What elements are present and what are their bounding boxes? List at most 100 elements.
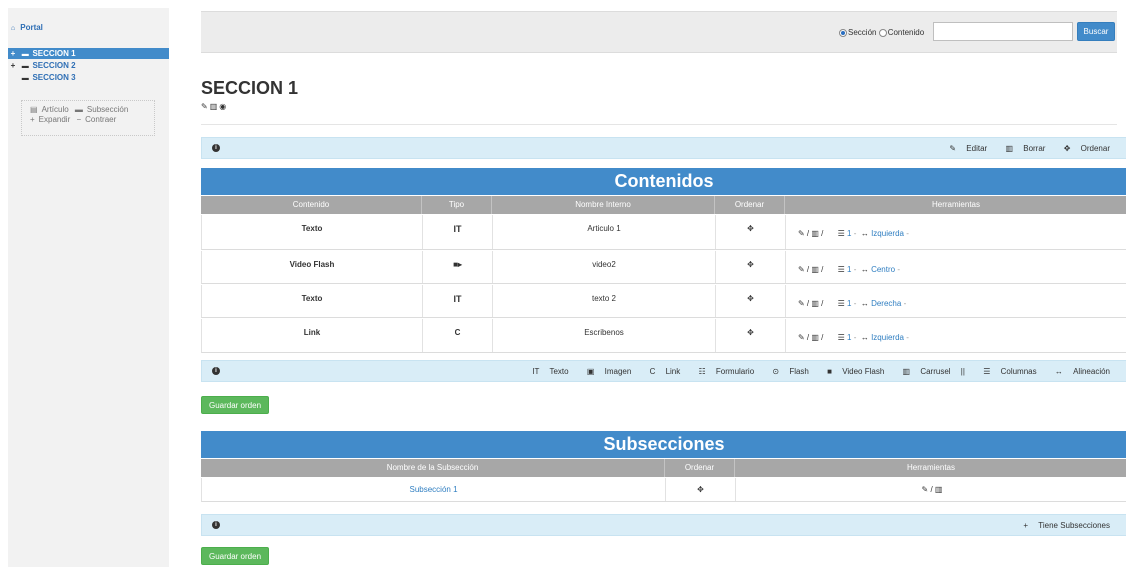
tree-item-seccion-3[interactable]: ▬ SECCION 3 <box>8 72 169 83</box>
home-icon: ⌂ <box>10 25 16 32</box>
delete-label: Borrar <box>1023 144 1046 153</box>
pencil-icon[interactable]: ✎ <box>201 102 210 111</box>
info-icon[interactable]: i <box>212 521 220 529</box>
subsections-title: Subsecciones <box>201 431 1126 458</box>
add-alignment-label: Alineación <box>1073 367 1110 376</box>
tools-cell: ✎ / ▥ / ☰ 1 - ↔ Izquierda - <box>798 229 909 238</box>
table-row: Texto IT Articulo 1 ✥ ✎ / ▥ / ☰ 1 - ↔ Iz… <box>201 215 1126 250</box>
folder-icon: ▬ <box>74 105 83 114</box>
search-scope: Sección Contenido <box>839 28 924 37</box>
trash-icon[interactable]: ▥ <box>811 229 819 238</box>
section-toolbar: i ✎ Editar ▥ Borrar ✥ Ordenar <box>201 137 1126 159</box>
add-image-label: Imagen <box>604 367 632 376</box>
add-subsection-button[interactable]: + Tiene Subsecciones <box>1015 521 1110 530</box>
expand-toggle-icon[interactable]: + <box>8 60 18 71</box>
tree-item-seccion-2[interactable]: + ▬ SECCION 2 <box>8 60 169 71</box>
order-button[interactable]: ✥ Ordenar <box>1056 144 1110 153</box>
add-link-label: Link <box>665 367 681 376</box>
search-button[interactable]: Buscar <box>1077 22 1115 41</box>
move-icon[interactable]: ✥ <box>716 251 786 283</box>
align-icon: ↔ <box>860 229 869 238</box>
delete-button[interactable]: ▥ Borrar <box>997 144 1045 153</box>
add-alignment-button[interactable]: ↔ Alineación <box>1047 367 1110 376</box>
trash-icon[interactable]: ▥ <box>811 299 819 308</box>
th-tipo: Tipo <box>422 196 492 214</box>
columns-dropdown[interactable]: 1 <box>847 265 851 274</box>
move-icon[interactable]: ✥ <box>716 285 786 317</box>
add-flash-button[interactable]: ⊙ Flash <box>764 367 809 376</box>
save-order-button[interactable]: Guardar orden <box>201 547 269 565</box>
align-dropdown[interactable]: Centro <box>871 265 895 274</box>
add-carousel-button[interactable]: ▥ Carrusel <box>895 367 951 376</box>
subsection-name-link[interactable]: Subsección 1 <box>202 478 666 501</box>
radio-seccion[interactable] <box>839 28 847 37</box>
table-row: Subsección 1 ✥ ✎ / ▥ <box>201 478 1126 502</box>
pencil-icon[interactable]: ✎ <box>798 299 805 308</box>
internal-name-cell: video2 <box>493 251 716 283</box>
eye-icon[interactable]: ◉ <box>219 102 228 111</box>
columns-icon: ☰ <box>983 367 991 376</box>
pencil-icon[interactable]: ✎ <box>922 485 929 494</box>
align-icon: ↔ <box>860 333 869 342</box>
info-icon[interactable]: i <box>212 367 220 375</box>
save-order-button[interactable]: Guardar orden <box>201 396 269 414</box>
divider <box>201 124 1117 125</box>
move-icon[interactable]: ✥ <box>716 215 786 249</box>
trash-icon[interactable]: ▥ <box>935 485 943 494</box>
legend-subsection: Subsección <box>86 105 129 114</box>
folder-open-icon: ▬ <box>21 51 29 58</box>
move-icon[interactable]: ✥ <box>666 478 736 501</box>
expand-toggle-icon[interactable]: + <box>8 48 18 59</box>
columns-icon: ☰ <box>837 265 845 274</box>
text-type-icon: IT <box>423 285 493 317</box>
add-text-button[interactable]: IT Texto <box>524 367 568 376</box>
internal-name-cell: texto 2 <box>493 285 716 317</box>
add-columns-button[interactable]: ☰ Columnas <box>975 367 1036 376</box>
tree-item-seccion-1[interactable]: + ▬ SECCION 1 <box>8 48 169 59</box>
align-dropdown[interactable]: Izquierda <box>871 333 904 342</box>
th-ordenar: Ordenar <box>715 196 785 214</box>
pencil-icon[interactable]: ✎ <box>798 229 805 238</box>
text-type-icon: IT <box>532 367 540 376</box>
internal-name-cell: Articulo 1 <box>493 215 716 249</box>
image-icon: ▣ <box>586 367 595 376</box>
align-dropdown[interactable]: Derecha <box>871 299 901 308</box>
add-video-flash-button[interactable]: ■ Video Flash <box>819 367 884 376</box>
align-icon: ↔ <box>860 299 869 308</box>
edit-button[interactable]: ✎ Editar <box>941 144 987 153</box>
text-type-icon: IT <box>423 215 493 249</box>
tools-cell: ✎ / ▥ <box>921 485 943 494</box>
pencil-icon[interactable]: ✎ <box>798 265 805 274</box>
trash-icon[interactable]: ▥ <box>811 333 819 342</box>
tree-item-label: SECCION 2 <box>32 61 76 70</box>
contents-header: Contenido Tipo Nombre Interno Ordenar He… <box>201 196 1126 214</box>
th-herramientas: Herramientas <box>931 200 980 209</box>
columns-dropdown[interactable]: 1 <box>847 299 851 308</box>
flash-icon: ⊙ <box>772 367 780 376</box>
columns-dropdown[interactable]: 1 <box>847 333 851 342</box>
pencil-icon[interactable]: ✎ <box>798 333 805 342</box>
trash-icon[interactable]: ▥ <box>210 102 220 111</box>
columns-icon: ☰ <box>837 333 845 342</box>
move-icon[interactable]: ✥ <box>716 319 786 352</box>
add-link-button[interactable]: C Link <box>642 367 681 376</box>
align-dropdown[interactable]: Izquierda <box>871 229 904 238</box>
radio-contenido[interactable] <box>878 28 887 37</box>
add-form-button[interactable]: ☷ Formulario <box>691 367 755 376</box>
add-carousel-label: Carrusel <box>920 367 951 376</box>
columns-dropdown[interactable]: 1 <box>847 229 851 238</box>
tree-item-portal[interactable]: ⌂ Portal <box>8 22 169 33</box>
title-tools: ✎▥◉ <box>201 102 228 111</box>
add-content-toolbar: i IT Texto ▣ Imagen C Link ☷ Formulario … <box>201 360 1126 382</box>
search-input[interactable] <box>933 22 1073 41</box>
tree-item-label: SECCION 3 <box>32 73 76 82</box>
trash-icon[interactable]: ▥ <box>811 265 819 274</box>
info-icon[interactable]: i <box>212 144 220 152</box>
edit-label: Editar <box>966 144 988 153</box>
legend-article: Artículo <box>41 105 69 114</box>
radio-seccion-label: Sección <box>848 28 877 37</box>
add-image-button[interactable]: ▣ Imagen <box>579 367 631 376</box>
content-cell: Link <box>202 319 423 352</box>
align-icon: ↔ <box>1054 367 1063 376</box>
add-flash-label: Flash <box>789 367 809 376</box>
